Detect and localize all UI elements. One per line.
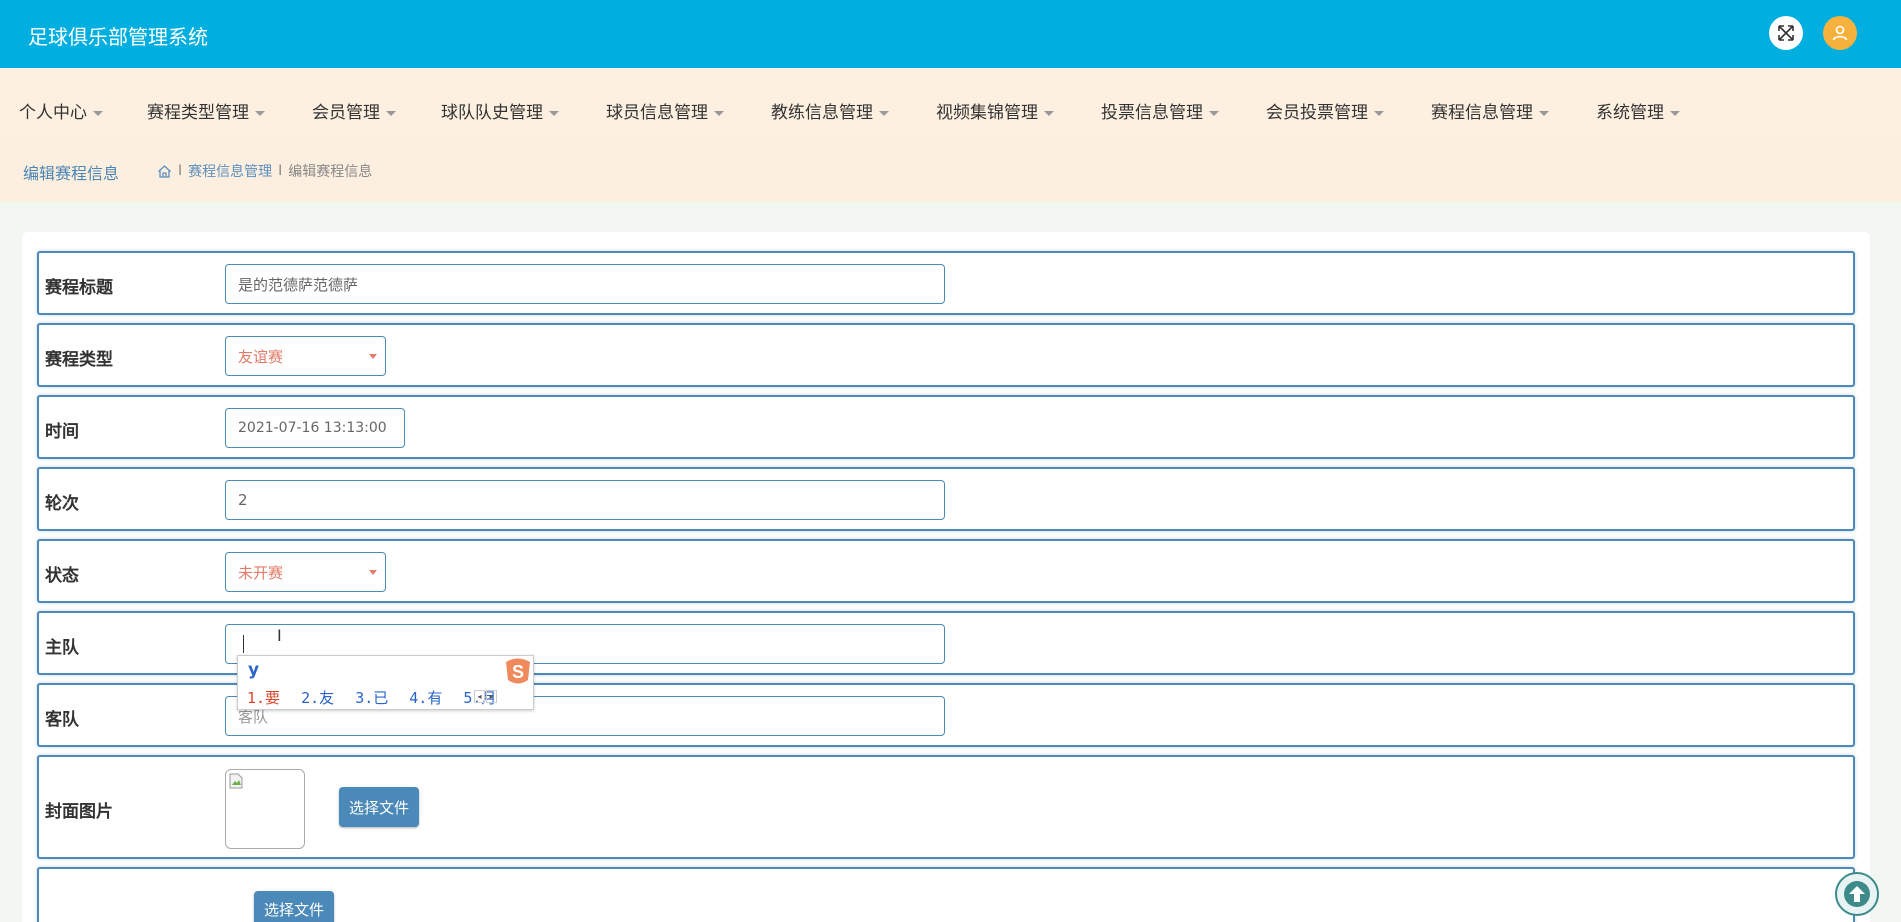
nav-item-member-vote[interactable]: 会员投票管理 bbox=[1266, 98, 1384, 123]
nav-item-label: 个人中心 bbox=[19, 103, 87, 123]
nav-item-label: 赛程类型管理 bbox=[147, 103, 249, 123]
time-label: 时间 bbox=[45, 422, 79, 442]
app-title: 足球俱乐部管理系统 bbox=[28, 25, 208, 49]
arrow-up-icon bbox=[1844, 881, 1870, 907]
caret-down-icon bbox=[879, 110, 889, 116]
ime-candidate[interactable]: 2.友 bbox=[301, 689, 334, 707]
top-header: 足球俱乐部管理系统 bbox=[0, 0, 1901, 68]
broken-image-icon bbox=[229, 773, 243, 789]
ime-candidate[interactable]: 3.已 bbox=[355, 689, 388, 707]
nav-item-label: 视频集锦管理 bbox=[936, 103, 1038, 123]
caret-down-icon bbox=[386, 110, 396, 116]
cover-image-preview bbox=[225, 769, 305, 849]
form-row-cover-image: 封面图片 选择文件 bbox=[37, 755, 1855, 859]
breadcrumb-parent-link[interactable]: 赛程信息管理 bbox=[188, 161, 272, 181]
nav-item-label: 教练信息管理 bbox=[771, 103, 873, 123]
title-label: 赛程标题 bbox=[45, 278, 113, 298]
nav-item-personal-center[interactable]: 个人中心 bbox=[19, 98, 103, 123]
scroll-to-top-button[interactable] bbox=[1835, 872, 1879, 916]
video-choose-file-label: 选择文件 bbox=[264, 901, 325, 919]
form-row-video: 选择文件 bbox=[37, 867, 1855, 922]
user-avatar-icon bbox=[1832, 25, 1848, 41]
status-label: 状态 bbox=[45, 566, 79, 586]
nav-item-label: 系统管理 bbox=[1596, 103, 1664, 123]
nav-item-vote-info[interactable]: 投票信息管理 bbox=[1101, 98, 1219, 123]
round-label: 轮次 bbox=[45, 494, 79, 514]
sogou-icon: S bbox=[506, 658, 530, 684]
ime-pager: ◂ ▸ bbox=[474, 690, 497, 703]
time-input[interactable]: 2021-07-16 13:13:00 bbox=[225, 408, 405, 448]
nav-item-label: 赛程信息管理 bbox=[1431, 103, 1533, 123]
nav-item-label: 会员管理 bbox=[312, 103, 380, 123]
nav-item-label: 投票信息管理 bbox=[1101, 103, 1203, 123]
status-selected-value: 未开赛 bbox=[238, 563, 284, 582]
nav-item-match-type[interactable]: 赛程类型管理 bbox=[147, 98, 265, 123]
caret-down-icon bbox=[1209, 110, 1219, 116]
ime-composition-text: y bbox=[248, 660, 260, 680]
caret-down-icon bbox=[714, 110, 724, 116]
nav-item-member[interactable]: 会员管理 bbox=[312, 98, 396, 123]
chevron-down-icon bbox=[369, 569, 377, 575]
nav-item-schedule-info[interactable]: 赛程信息管理 bbox=[1431, 98, 1549, 123]
away-team-label: 客队 bbox=[45, 710, 79, 730]
ime-candidate[interactable]: 1.要 bbox=[247, 689, 280, 707]
cover-choose-file-label: 选择文件 bbox=[349, 799, 410, 817]
ime-candidate-list: 1.要 2.友 3.已 4.有 5.月 bbox=[247, 687, 508, 708]
fullscreen-button[interactable] bbox=[1769, 16, 1803, 50]
type-selected-value: 友谊赛 bbox=[238, 347, 284, 366]
breadcrumb-bar: 编辑赛程信息 I 赛程信息管理 I 编辑赛程信息 bbox=[0, 138, 1901, 202]
nav-item-player-info[interactable]: 球员信息管理 bbox=[606, 98, 724, 123]
home-icon[interactable] bbox=[157, 164, 172, 179]
form-row-title: 赛程标题 是的范德萨范德萨 bbox=[37, 251, 1855, 315]
nav-item-coach-info[interactable]: 教练信息管理 bbox=[771, 98, 889, 123]
form-row-time: 时间 2021-07-16 13:13:00 bbox=[37, 395, 1855, 459]
ime-candidate-popup[interactable]: y S 1.要 2.友 3.已 4.有 5.月 ◂ ▸ bbox=[237, 655, 534, 710]
caret-down-icon bbox=[1374, 110, 1384, 116]
caret-down-icon bbox=[1670, 110, 1680, 116]
chevron-down-icon bbox=[369, 353, 377, 359]
round-value: 2 bbox=[238, 491, 248, 509]
type-label: 赛程类型 bbox=[45, 350, 113, 370]
caret-down-icon bbox=[1044, 110, 1054, 116]
nav-item-label: 球队队史管理 bbox=[441, 103, 543, 123]
form-row-round: 轮次 2 bbox=[37, 467, 1855, 531]
status-select[interactable]: 未开赛 bbox=[225, 552, 386, 592]
nav-item-system[interactable]: 系统管理 bbox=[1596, 98, 1680, 123]
ime-next-page-icon[interactable]: ▸ bbox=[486, 690, 497, 703]
breadcrumb-separator: I bbox=[278, 163, 283, 179]
video-choose-file-button[interactable]: 选择文件 bbox=[254, 891, 335, 922]
caret-down-icon bbox=[93, 110, 103, 116]
ibeam-cursor-icon: I bbox=[277, 626, 282, 645]
nav-item-label: 会员投票管理 bbox=[1266, 103, 1368, 123]
nav-item-video-highlights[interactable]: 视频集锦管理 bbox=[936, 98, 1054, 123]
form-row-status: 状态 未开赛 bbox=[37, 539, 1855, 603]
breadcrumb: I 赛程信息管理 I 编辑赛程信息 bbox=[157, 161, 372, 181]
home-team-label: 主队 bbox=[45, 638, 79, 658]
type-select[interactable]: 友谊赛 bbox=[225, 336, 386, 376]
title-input[interactable]: 是的范德萨范德萨 bbox=[225, 264, 945, 304]
round-input[interactable]: 2 bbox=[225, 480, 945, 520]
ime-candidate[interactable]: 4.有 bbox=[409, 689, 442, 707]
breadcrumb-separator: I bbox=[178, 163, 183, 179]
main-navigation: 个人中心 赛程类型管理 会员管理 球队队史管理 球员信息管理 教练信息管理 视频… bbox=[0, 68, 1901, 138]
svg-text:S: S bbox=[512, 662, 524, 682]
fullscreen-icon bbox=[1778, 25, 1794, 41]
user-avatar-button[interactable] bbox=[1823, 16, 1857, 50]
cover-image-label: 封面图片 bbox=[45, 802, 113, 822]
nav-item-label: 球员信息管理 bbox=[606, 103, 708, 123]
caret-down-icon bbox=[255, 110, 265, 116]
breadcrumb-current: 编辑赛程信息 bbox=[288, 164, 373, 180]
caret-down-icon bbox=[549, 110, 559, 116]
ime-prev-page-icon[interactable]: ◂ bbox=[474, 690, 485, 703]
caret-down-icon bbox=[1539, 110, 1549, 116]
cover-choose-file-button[interactable]: 选择文件 bbox=[339, 787, 420, 827]
form-row-type: 赛程类型 友谊赛 bbox=[37, 323, 1855, 387]
text-caret bbox=[243, 635, 244, 653]
page-title: 编辑赛程信息 bbox=[23, 164, 120, 183]
title-value: 是的范德萨范德萨 bbox=[238, 275, 359, 294]
nav-item-team-history[interactable]: 球队队史管理 bbox=[441, 98, 559, 123]
time-value: 2021-07-16 13:13:00 bbox=[238, 420, 387, 436]
